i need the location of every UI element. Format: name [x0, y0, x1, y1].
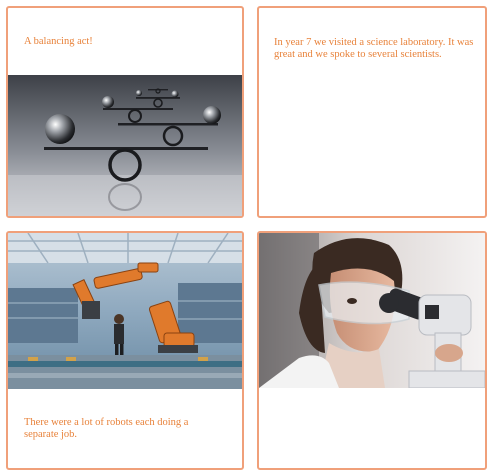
card-robots: There were a lot of robots each doing a … [6, 231, 244, 470]
scientist-microscope-photo [259, 233, 485, 388]
card-science-lab-visit: In year 7 we visited a science laborator… [257, 6, 487, 218]
card-balancing-act: A balancing act! [6, 6, 244, 218]
card-scientist [257, 231, 487, 470]
card-caption: There were a lot of robots each doing a … [24, 417, 189, 440]
card-caption: In year 7 we visited a science laborator… [274, 37, 474, 60]
card-caption: A balancing act! [24, 36, 93, 47]
balancing-spheres-photo [8, 75, 242, 216]
factory-robots-photo [8, 233, 242, 389]
